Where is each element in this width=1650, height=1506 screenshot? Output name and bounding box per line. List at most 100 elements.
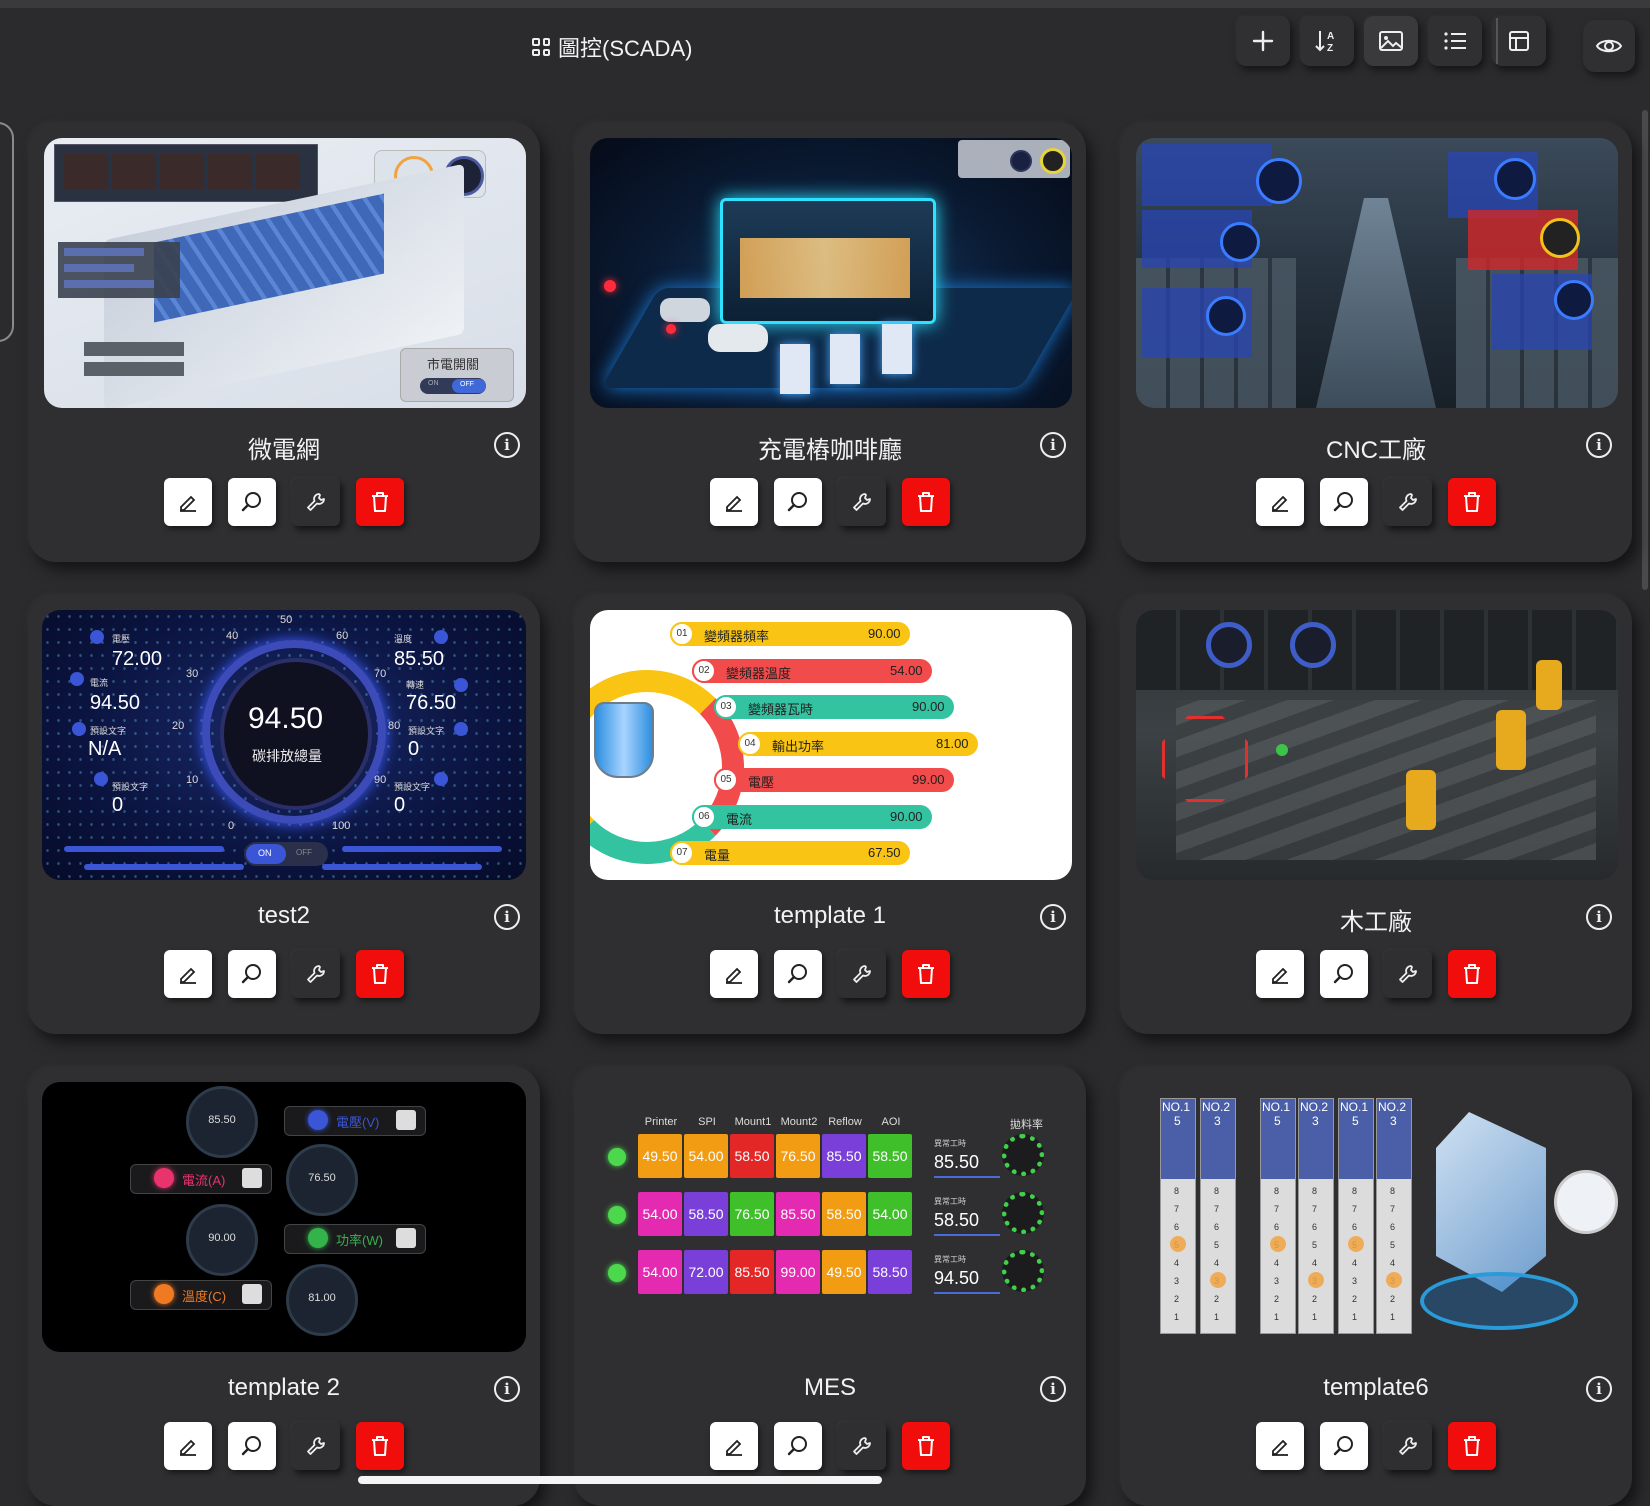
scrollbar[interactable] xyxy=(1642,110,1648,590)
edit-button[interactable] xyxy=(1256,1422,1304,1470)
scada-card-wood-factory[interactable]: 木工廠 i xyxy=(1120,594,1632,1034)
edit-button[interactable] xyxy=(164,478,212,526)
thumbnail[interactable] xyxy=(1136,138,1618,408)
info-icon[interactable]: i xyxy=(1586,904,1612,930)
scada-card-charging-cafe[interactable]: 充電樁咖啡廳 i xyxy=(574,122,1086,562)
left-value-3: 0 xyxy=(112,794,124,816)
layout-view-button[interactable] xyxy=(1492,16,1546,66)
delete-button[interactable] xyxy=(1448,950,1496,998)
scada-card-microgrid[interactable]: 市電開關 ON OFF 微電網 i xyxy=(28,122,540,562)
preview-button[interactable] xyxy=(228,478,276,526)
delete-button[interactable] xyxy=(1448,478,1496,526)
info-icon[interactable]: i xyxy=(494,904,520,930)
edit-button[interactable] xyxy=(710,950,758,998)
edit-button[interactable] xyxy=(164,950,212,998)
side-panel-edge[interactable] xyxy=(0,122,14,342)
delete-button[interactable] xyxy=(356,950,404,998)
thumbnail[interactable] xyxy=(590,138,1072,408)
tower-level: 1 xyxy=(1352,1312,1358,1322)
pill-dot xyxy=(308,1110,328,1130)
scada-card-template6[interactable]: NO.1587654321NO.2387654321NO.1587654321N… xyxy=(1120,1066,1632,1506)
switch-label: 市電開關 xyxy=(427,357,480,372)
thumbnail[interactable]: 94.50 碳排放總量 50 40 60 30 70 20 80 10 90 0… xyxy=(42,610,526,880)
info-icon[interactable]: i xyxy=(1040,432,1066,458)
info-icon[interactable]: i xyxy=(1586,1376,1612,1402)
tick-10: 10 xyxy=(186,774,199,786)
trash-icon xyxy=(372,492,388,512)
scada-card-cnc-factory[interactable]: CNC工廠 i xyxy=(1120,122,1632,562)
delete-button[interactable] xyxy=(356,1422,404,1470)
info-icon[interactable]: i xyxy=(1040,1376,1066,1402)
trash-icon xyxy=(372,964,388,984)
settings-button[interactable] xyxy=(1384,478,1432,526)
thumbnail[interactable]: 市電開關 ON OFF xyxy=(44,138,526,408)
side-label: 異常工時 xyxy=(934,1139,966,1148)
scada-card-mes[interactable]: Printer SPI Mount1 Mount2 Reflow AOI 拋料率 49.50 5… xyxy=(574,1066,1086,1506)
info-icon[interactable]: i xyxy=(494,432,520,458)
tower-level: 8 xyxy=(1274,1186,1280,1196)
preview-button[interactable] xyxy=(1320,478,1368,526)
pencil-icon xyxy=(1272,1439,1288,1456)
info-icon[interactable]: i xyxy=(1040,904,1066,930)
delete-button[interactable] xyxy=(902,1422,950,1470)
tower-level: 5 xyxy=(1390,1240,1396,1250)
thumbnail[interactable]: Printer SPI Mount1 Mount2 Reflow AOI 拋料率 49.50 5… xyxy=(590,1082,1072,1352)
preview-button[interactable] xyxy=(1320,950,1368,998)
edit-button[interactable] xyxy=(710,478,758,526)
preview-button[interactable] xyxy=(228,1422,276,1470)
delete-button[interactable] xyxy=(1448,1422,1496,1470)
delete-button[interactable] xyxy=(356,478,404,526)
info-icon[interactable]: i xyxy=(1586,432,1612,458)
cell-value: 99.00 xyxy=(780,1264,816,1280)
side-value: 94.50 xyxy=(934,1268,980,1288)
parameter-number: 05 xyxy=(714,768,738,792)
settings-button[interactable] xyxy=(838,478,886,526)
parameter-label: 變頻器溫度 xyxy=(726,665,792,681)
edit-button[interactable] xyxy=(1256,950,1304,998)
right-label-2: 預設文字 xyxy=(408,726,445,736)
tower-name: NO.1 xyxy=(1340,1100,1369,1114)
left-label-0: 電壓 xyxy=(112,634,131,644)
info-icon[interactable]: i xyxy=(494,1376,520,1402)
edit-button[interactable] xyxy=(164,1422,212,1470)
left-value-2: N/A xyxy=(88,738,122,760)
sort-az-icon: AZ xyxy=(1315,31,1334,54)
settings-button[interactable] xyxy=(292,478,340,526)
pill-icon xyxy=(396,1228,416,1248)
preview-button[interactable] xyxy=(228,950,276,998)
pencil-icon xyxy=(726,495,742,512)
card-title: 微電網 xyxy=(248,437,320,464)
toolbar-separator xyxy=(1496,18,1498,64)
preview-button[interactable] xyxy=(774,1422,822,1470)
delete-button[interactable] xyxy=(902,950,950,998)
settings-button[interactable] xyxy=(1384,950,1432,998)
settings-button[interactable] xyxy=(838,1422,886,1470)
pill-label: 電壓(V) xyxy=(336,1115,380,1130)
sort-button[interactable]: AZ xyxy=(1300,16,1354,66)
wrench-icon xyxy=(853,965,871,983)
scada-card-template-1[interactable]: 01 變頻器頻率 90.00 02 變頻器溫度 54.00 03 變頻器瓦時 90.00 04 輸出… xyxy=(574,594,1086,1034)
settings-button[interactable] xyxy=(292,1422,340,1470)
image-view-button[interactable] xyxy=(1364,16,1418,66)
delete-button[interactable] xyxy=(902,478,950,526)
thumbnail[interactable] xyxy=(1136,610,1618,880)
settings-button[interactable] xyxy=(292,950,340,998)
pencil-icon xyxy=(726,1439,742,1456)
preview-button[interactable] xyxy=(774,950,822,998)
scada-card-test2[interactable]: 94.50 碳排放總量 50 40 60 30 70 20 80 10 90 0… xyxy=(28,594,540,1034)
edit-button[interactable] xyxy=(1256,478,1304,526)
side-value: 85.50 xyxy=(934,1152,980,1172)
thumbnail[interactable]: NO.1587654321NO.2387654321NO.1587654321N… xyxy=(1136,1082,1618,1352)
preview-button[interactable] xyxy=(1320,1422,1368,1470)
settings-button[interactable] xyxy=(1384,1422,1432,1470)
add-button[interactable] xyxy=(1236,16,1290,66)
edit-button[interactable] xyxy=(710,1422,758,1470)
scada-card-template-2[interactable]: 85.50 76.50 90.00 81.00 電壓(V) 電流(A) 功率(W) 溫度(C)… xyxy=(28,1066,540,1506)
thumbnail[interactable]: 01 變頻器頻率 90.00 02 變頻器溫度 54.00 03 變頻器瓦時 90.00 04 輸出… xyxy=(590,610,1072,880)
side-underline xyxy=(934,1292,1000,1294)
visibility-button[interactable] xyxy=(1583,20,1635,72)
thumbnail[interactable]: 85.50 76.50 90.00 81.00 電壓(V) 電流(A) 功率(W) 溫度(C) xyxy=(42,1082,526,1352)
preview-button[interactable] xyxy=(774,478,822,526)
list-view-button[interactable] xyxy=(1428,16,1482,66)
settings-button[interactable] xyxy=(838,950,886,998)
